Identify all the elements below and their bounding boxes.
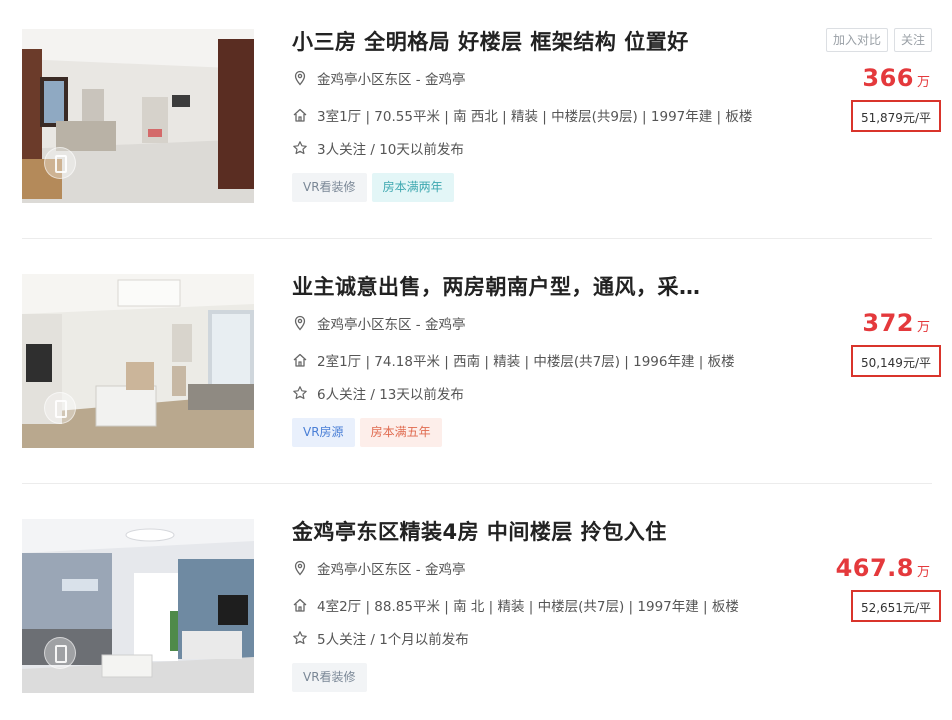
listing-info-row: 4室2厅 | 88.85平米 | 南 北 | 精装 | 中楼层(共7层) | 1… (292, 595, 739, 615)
unit-price: 52,651元/平 (850, 590, 941, 622)
total-price-unit: 万 (916, 320, 930, 335)
listing-card: 金鸡亭东区精装4房 中间楼层 拎包入住 金鸡亭小区东区 - 金鸡亭 4室2厅 |… (0, 490, 952, 710)
listing-follow-row: 6人关注 / 13天以前发布 (292, 383, 464, 403)
tag-vr[interactable]: VR看装修 (292, 663, 367, 692)
listing-photo[interactable] (22, 519, 254, 693)
listing-location-link[interactable]: 金鸡亭小区东区 - 金鸡亭 (317, 558, 465, 578)
listing-follow-row: 3人关注 / 10天以前发布 (292, 138, 464, 158)
listing-follow-row: 5人关注 / 1个月以前发布 (292, 628, 469, 648)
location-pin-icon (292, 70, 308, 86)
add-to-compare-button[interactable]: 加入对比 (825, 28, 888, 52)
listing-follow-text: 5人关注 / 1个月以前发布 (317, 632, 469, 648)
listing-location-row: 金鸡亭小区东区 - 金鸡亭 (292, 68, 465, 88)
listing-follow-text: 6人关注 / 13天以前发布 (317, 387, 464, 403)
listing-title[interactable]: 业主诚意出售，两房朝南户型，通风，采… (292, 271, 812, 301)
listing-title[interactable]: 金鸡亭东区精装4房 中间楼层 拎包入住 (292, 516, 812, 546)
listing-tags: VR看装修 房本满两年 (292, 173, 454, 202)
unit-price: 51,879元/平 (850, 100, 941, 132)
listing-title[interactable]: 小三房 全明格局 好楼层 框架结构 位置好 (292, 26, 812, 56)
star-icon (292, 630, 308, 646)
listing-location-link[interactable]: 金鸡亭小区东区 - 金鸡亭 (317, 68, 465, 88)
listing-card: 业主诚意出售，两房朝南户型，通风，采… 金鸡亭小区东区 - 金鸡亭 2室1厅 |… (0, 245, 952, 465)
vr-badge-icon (44, 147, 76, 179)
total-price-value: 372 (862, 309, 914, 337)
house-icon (292, 352, 308, 368)
listing-info-row: 2室1厅 | 74.18平米 | 西南 | 精装 | 中楼层(共7层) | 19… (292, 350, 735, 370)
tag-deed[interactable]: 房本满两年 (371, 173, 454, 202)
listing-page: 小三房 全明格局 好楼层 框架结构 位置好 金鸡亭小区东区 - 金鸡亭 3室1厅… (0, 0, 952, 720)
total-price-unit: 万 (916, 75, 930, 90)
total-price-value: 467.8 (835, 554, 914, 582)
total-price: 366 万 (862, 64, 930, 92)
location-pin-icon (292, 560, 308, 576)
listing-actions: 加入对比 关注 (825, 28, 932, 52)
divider (22, 238, 932, 239)
location-pin-icon (292, 315, 308, 331)
tag-vr[interactable]: VR房源 (292, 418, 355, 447)
total-price: 372 万 (862, 309, 930, 337)
listing-location-row: 金鸡亭小区东区 - 金鸡亭 (292, 313, 465, 333)
listing-info-text: 4室2厅 | 88.85平米 | 南 北 | 精装 | 中楼层(共7层) | 1… (317, 599, 739, 615)
listing-tags: VR看装修 (292, 663, 367, 692)
listing-info-text: 2室1厅 | 74.18平米 | 西南 | 精装 | 中楼层(共7层) | 19… (317, 354, 735, 370)
listing-info-row: 3室1厅 | 70.55平米 | 南 西北 | 精装 | 中楼层(共9层) | … (292, 105, 752, 125)
star-icon (292, 140, 308, 156)
house-icon (292, 597, 308, 613)
star-icon (292, 385, 308, 401)
listing-follow-text: 3人关注 / 10天以前发布 (317, 142, 464, 158)
listing-card: 小三房 全明格局 好楼层 框架结构 位置好 金鸡亭小区东区 - 金鸡亭 3室1厅… (0, 0, 952, 220)
listing-photo[interactable] (22, 29, 254, 203)
listing-location-link[interactable]: 金鸡亭小区东区 - 金鸡亭 (317, 313, 465, 333)
follow-button[interactable]: 关注 (893, 28, 932, 52)
listing-info-text: 3室1厅 | 70.55平米 | 南 西北 | 精装 | 中楼层(共9层) | … (317, 109, 753, 125)
divider (22, 483, 932, 484)
listing-location-row: 金鸡亭小区东区 - 金鸡亭 (292, 558, 465, 578)
total-price-value: 366 (862, 64, 914, 92)
listing-tags: VR房源 房本满五年 (292, 418, 442, 447)
total-price: 467.8 万 (836, 554, 930, 582)
tag-vr[interactable]: VR看装修 (292, 173, 367, 202)
vr-badge-icon (44, 637, 76, 669)
listing-photo[interactable] (22, 274, 254, 448)
unit-price: 50,149元/平 (850, 345, 941, 377)
house-icon (292, 107, 308, 123)
tag-deed[interactable]: 房本满五年 (359, 418, 442, 447)
total-price-unit: 万 (916, 565, 930, 580)
vr-badge-icon (44, 392, 76, 424)
